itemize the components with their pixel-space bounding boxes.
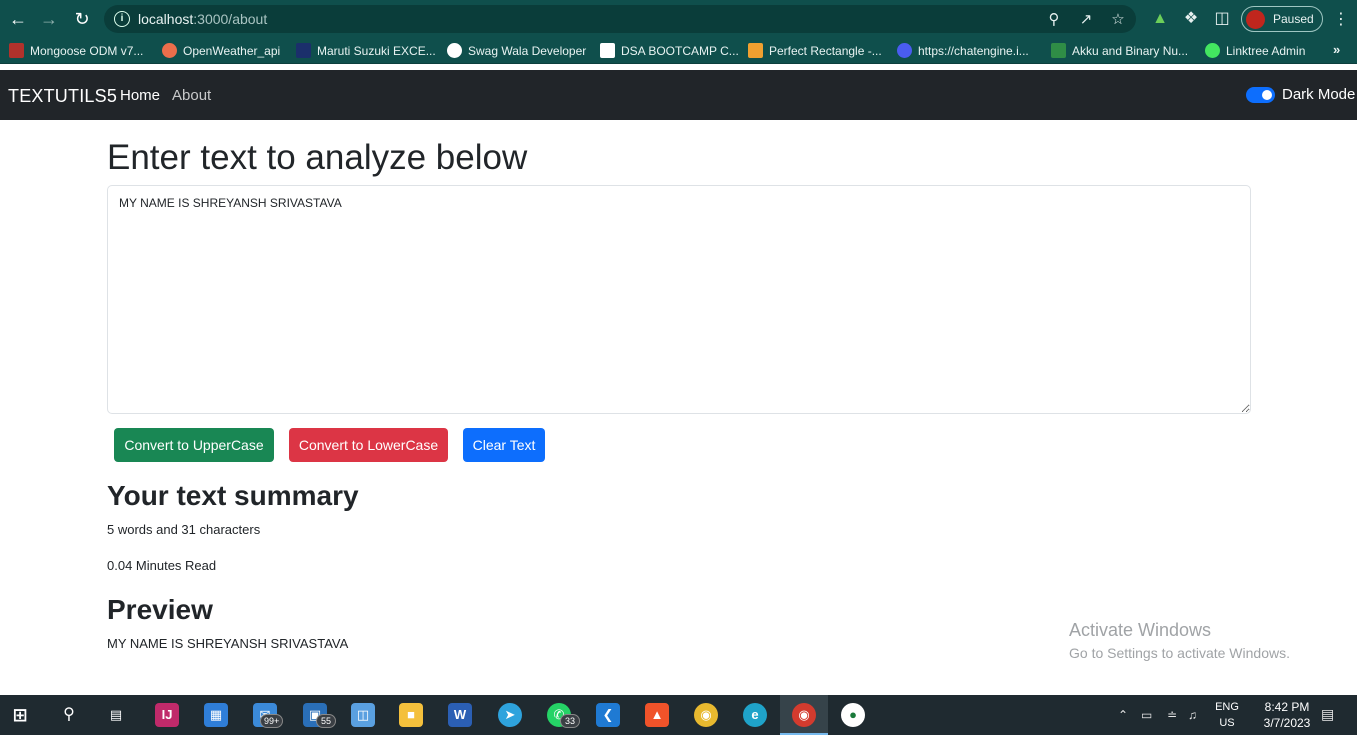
brand[interactable]: TEXTUTILS5 <box>8 86 117 107</box>
summary-heading: Your text summary <box>107 480 359 511</box>
clock-date: 3/7/2023 <box>1263 716 1311 730</box>
extensions-puzzle-icon[interactable]: ❖ <box>1181 9 1201 29</box>
bookmark-label: Akku and Binary Nu... <box>1072 44 1189 58</box>
convert-lowercase-button[interactable]: Convert to LowerCase <box>289 428 448 462</box>
browser-toolbar: ← → ↻ i localhost:3000/about ⚲ ↗ ☆ ▲ ❖ ◫… <box>0 0 1357 38</box>
browser-menu-icon[interactable]: ⋮ <box>1333 9 1349 29</box>
gfg-icon <box>1051 43 1066 58</box>
clear-text-button[interactable]: Clear Text <box>463 428 545 462</box>
notifications-icon[interactable]: ▤ <box>1321 706 1334 723</box>
bookmark-mongoose[interactable]: Mongoose ODM v7... <box>9 43 143 61</box>
site-info-icon[interactable]: i <box>114 11 130 27</box>
avatar <box>1246 10 1265 29</box>
chrome-profile-icon[interactable]: ◉ <box>792 703 816 727</box>
bookmark-linktree[interactable]: Linktree Admin <box>1205 43 1305 61</box>
linktree-icon <box>1205 43 1220 58</box>
bookmark-label: Mongoose ODM v7... <box>30 44 144 58</box>
side-panel-icon[interactable]: ◫ <box>1212 9 1232 29</box>
bookmark-label: Maruti Suzuki EXCE... <box>317 44 436 58</box>
app-navbar: TEXTUTILS5 Home About Dark Mode <box>0 70 1357 120</box>
bookmark-label: OpenWeather_api <box>183 44 281 58</box>
word-icon[interactable]: W <box>448 703 472 727</box>
wifi-icon[interactable]: ≐ <box>1167 708 1177 722</box>
leetcode-icon <box>748 43 763 58</box>
unstop-icon <box>296 43 311 58</box>
task-view-icon[interactable]: ▤ <box>104 703 128 727</box>
convert-uppercase-button[interactable]: Convert to UpperCase <box>114 428 274 462</box>
dark-mode-label[interactable]: Dark Mode <box>1282 86 1355 103</box>
edge-icon[interactable]: e <box>743 703 767 727</box>
bookmark-label: DSA BOOTCAMP C... <box>621 44 739 58</box>
tray-chevron-icon[interactable]: ⌃ <box>1118 708 1128 722</box>
share-icon[interactable]: ↗ <box>1077 11 1095 29</box>
text-input-area[interactable] <box>107 185 1251 414</box>
tree-extension-icon[interactable]: ▲ <box>1150 9 1170 29</box>
zoom-search-icon[interactable]: ⚲ <box>1045 11 1063 29</box>
preview-heading: Preview <box>107 594 213 625</box>
url-path: :3000/about <box>193 11 268 27</box>
reload-icon[interactable]: ↻ <box>71 8 93 30</box>
vscode-icon[interactable]: ❮ <box>596 703 620 727</box>
brave-icon[interactable]: ▲ <box>645 703 669 727</box>
bookmark-perfect-rectangle[interactable]: Perfect Rectangle -... <box>748 43 882 61</box>
activate-windows-watermark: Activate Windows Go to Settings to activ… <box>1069 620 1290 661</box>
bookmark-swagwala[interactable]: Swag Wala Developer <box>447 43 586 61</box>
watermark-subtitle: Go to Settings to activate Windows. <box>1069 645 1290 661</box>
region-code: US <box>1219 717 1235 729</box>
mongodb-compass-icon[interactable]: ● <box>841 703 865 727</box>
bookmark-label: Linktree Admin <box>1226 44 1306 58</box>
system-clock[interactable]: 8:42 PM 3/7/2023 <box>1255 699 1319 731</box>
intellij-icon[interactable]: IJ <box>155 703 179 727</box>
battery-icon[interactable]: ▭ <box>1141 708 1152 722</box>
bookmark-openweather[interactable]: OpenWeather_api <box>162 43 280 61</box>
volume-icon[interactable]: ♫ <box>1188 708 1197 722</box>
bookmark-maruti[interactable]: Maruti Suzuki EXCE... <box>296 43 436 61</box>
photos-badge: 55 <box>316 714 336 728</box>
globe-icon <box>447 43 462 58</box>
watermark-title: Activate Windows <box>1069 620 1212 640</box>
windows-start-icon[interactable]: ⊞ <box>8 703 32 727</box>
whatsapp-badge: 33 <box>560 714 580 728</box>
read-time: 0.04 Minutes Read <box>107 558 217 573</box>
bookmarks-bar: Mongoose ODM v7... OpenWeather_api Marut… <box>0 38 1357 64</box>
computer-icon[interactable]: ◫ <box>351 703 375 727</box>
search-icon[interactable]: ⚲ <box>57 703 81 727</box>
bookmark-label: https://chatengine.i... <box>918 44 1029 58</box>
chrome-icon[interactable]: ◉ <box>694 703 718 727</box>
mail-badge: 99+ <box>260 714 284 728</box>
page-title: Enter text to analyze below <box>107 138 528 177</box>
language-indicator[interactable]: ENG US <box>1213 699 1241 731</box>
bookmark-chatengine[interactable]: https://chatengine.i... <box>897 43 1029 61</box>
toggle-knob <box>1262 90 1272 100</box>
nav-about[interactable]: About <box>172 87 211 104</box>
address-bar[interactable]: i localhost:3000/about ⚲ ↗ ☆ <box>104 5 1136 33</box>
word-char-count: 5 words and 31 characters <box>107 522 261 537</box>
preview-text: MY NAME IS SHREYANSH SRIVASTAVA <box>107 636 349 651</box>
back-arrow-icon[interactable]: ← <box>7 8 29 30</box>
mongoose-icon <box>9 43 24 58</box>
bookmark-label: Swag Wala Developer <box>468 44 587 58</box>
nav-home[interactable]: Home <box>120 87 160 104</box>
bookmark-star-icon[interactable]: ☆ <box>1109 11 1127 29</box>
profile-status: Paused <box>1273 12 1314 26</box>
file-explorer-icon[interactable]: ■ <box>399 703 423 727</box>
dark-mode-toggle[interactable] <box>1246 87 1275 103</box>
store-icon[interactable]: ▦ <box>204 703 228 727</box>
bookmark-akku[interactable]: Akku and Binary Nu... <box>1051 43 1188 61</box>
chatengine-icon <box>897 43 912 58</box>
notion-icon <box>600 43 615 58</box>
telegram-icon[interactable]: ➤ <box>498 703 522 727</box>
bookmark-label: Perfect Rectangle -... <box>769 44 882 58</box>
profile-button[interactable]: Paused <box>1241 6 1323 32</box>
openweather-icon <box>162 43 177 58</box>
url-text[interactable]: localhost:3000/about <box>138 11 267 27</box>
url-host: localhost <box>138 11 194 27</box>
forward-arrow-icon[interactable]: → <box>38 8 60 30</box>
clock-time: 8:42 PM <box>1264 700 1310 714</box>
bookmark-dsa[interactable]: DSA BOOTCAMP C... <box>600 43 739 61</box>
language-code: ENG <box>1215 701 1239 713</box>
more-bookmarks-icon[interactable]: » <box>1333 42 1340 57</box>
